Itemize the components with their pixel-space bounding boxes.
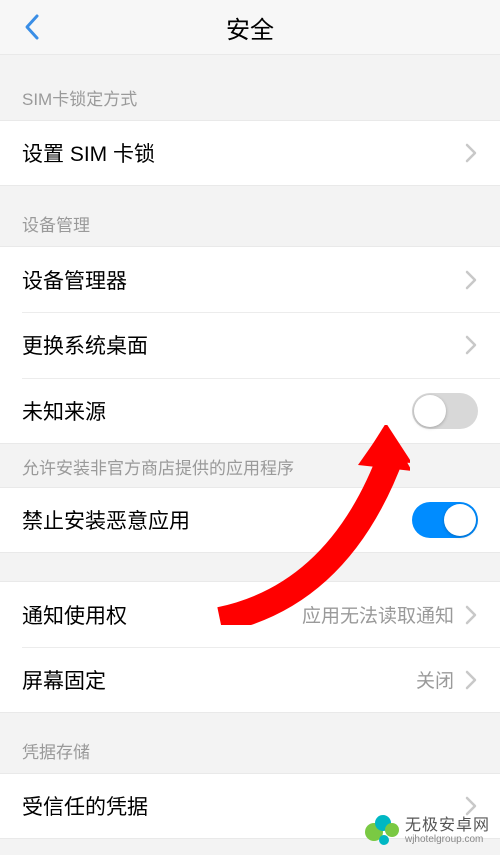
row-label: 设备管理器 bbox=[22, 265, 127, 295]
row-sim-lock[interactable]: 设置 SIM 卡锁 bbox=[0, 120, 500, 186]
watermark-url: wjhotelgroup.com bbox=[405, 834, 490, 845]
chevron-right-icon bbox=[464, 269, 478, 291]
row-label: 设置 SIM 卡锁 bbox=[22, 138, 155, 168]
row-value: 关闭 bbox=[416, 666, 454, 693]
row-label: 未知来源 bbox=[22, 396, 106, 426]
header-bar: 安全 bbox=[0, 0, 500, 55]
row-label: 禁止安装恶意应用 bbox=[22, 505, 190, 535]
chevron-right-icon bbox=[464, 334, 478, 356]
row-label: 通知使用权 bbox=[22, 600, 127, 630]
row-device-manager[interactable]: 设备管理器 bbox=[0, 246, 500, 312]
section-header-sim: SIM卡锁定方式 bbox=[0, 55, 500, 120]
section-header-device: 设备管理 bbox=[0, 186, 500, 246]
chevron-right-icon bbox=[464, 669, 478, 691]
toggle-unknown-sources[interactable] bbox=[412, 393, 478, 429]
watermark-brand: 无极安卓网 bbox=[405, 817, 490, 835]
chevron-left-icon bbox=[22, 13, 44, 41]
row-change-launcher[interactable]: 更换系统桌面 bbox=[0, 312, 500, 378]
chevron-right-icon bbox=[464, 142, 478, 164]
row-value: 应用无法读取通知 bbox=[302, 601, 454, 628]
toggle-block-malicious[interactable] bbox=[412, 502, 478, 538]
section-header-credentials: 凭据存储 bbox=[0, 713, 500, 773]
chevron-right-icon bbox=[464, 604, 478, 626]
section-footer-unknown: 允许安装非官方商店提供的应用程序 bbox=[0, 444, 500, 487]
row-unknown-sources[interactable]: 未知来源 bbox=[0, 378, 500, 444]
row-label: 受信任的凭据 bbox=[22, 791, 148, 821]
row-label: 更换系统桌面 bbox=[22, 330, 148, 360]
row-label: 屏幕固定 bbox=[22, 665, 106, 695]
watermark-logo-icon bbox=[365, 813, 401, 849]
row-notification-access[interactable]: 通知使用权 应用无法读取通知 bbox=[0, 581, 500, 647]
watermark: 无极安卓网 wjhotelgroup.com bbox=[365, 813, 490, 849]
row-screen-pinning[interactable]: 屏幕固定 关闭 bbox=[0, 647, 500, 713]
back-button[interactable] bbox=[8, 0, 58, 54]
row-block-malicious[interactable]: 禁止安装恶意应用 bbox=[0, 487, 500, 553]
page-title: 安全 bbox=[0, 10, 500, 45]
